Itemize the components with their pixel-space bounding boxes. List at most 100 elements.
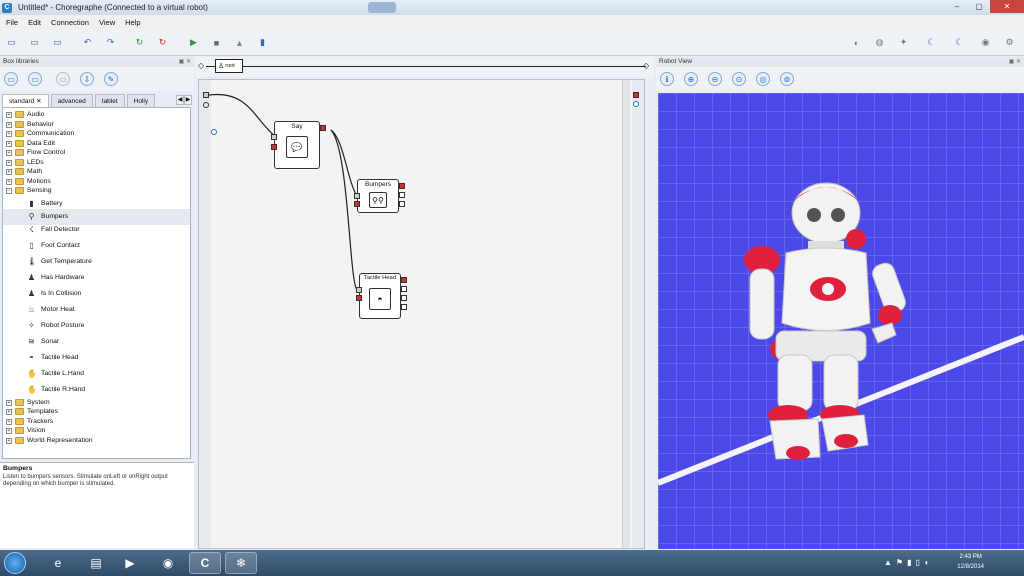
- root-box-breadcrumb[interactable]: ♙ root: [215, 59, 243, 73]
- tree-box-motor-heat[interactable]: ♨ Motor Heat: [3, 302, 190, 318]
- wire-start-to-say[interactable]: [208, 93, 278, 139]
- timeline-start-icon[interactable]: ◇: [198, 61, 204, 70]
- internet-explorer-icon[interactable]: e: [42, 552, 74, 574]
- file-explorer-icon[interactable]: ▤: [80, 552, 112, 574]
- bumpers-onstart-port[interactable]: [354, 193, 360, 199]
- tactile-output-port-1[interactable]: [401, 277, 407, 283]
- save-project-icon[interactable]: ▭: [50, 35, 65, 50]
- snowflake-app-icon[interactable]: ❄: [225, 552, 257, 574]
- new-library-icon[interactable]: ▭: [4, 72, 18, 86]
- tactile-onstart-port[interactable]: [356, 287, 362, 293]
- wire-say-to-tactile[interactable]: [330, 129, 358, 291]
- new-project-icon[interactable]: ▭: [4, 35, 19, 50]
- expand-icon[interactable]: +: [6, 141, 12, 147]
- expand-icon[interactable]: +: [6, 169, 12, 175]
- chrome-icon[interactable]: ◉: [152, 552, 184, 574]
- expand-icon[interactable]: +: [6, 179, 12, 185]
- tactile-output-port-2[interactable]: [401, 286, 407, 292]
- tree-folder-audio[interactable]: + Audio: [3, 110, 190, 120]
- stop-icon[interactable]: ■: [209, 35, 224, 50]
- menu-file[interactable]: File: [6, 18, 18, 27]
- tactile-output-port-3[interactable]: [401, 295, 407, 301]
- bumpers-box[interactable]: Bumpers ⚲⚲: [357, 179, 399, 213]
- expand-icon[interactable]: +: [6, 409, 12, 415]
- expand-icon[interactable]: +: [6, 131, 12, 137]
- system-clock[interactable]: 2:43 PM 12/8/2014: [957, 552, 984, 572]
- tab-left-arrow-icon[interactable]: ◀: [176, 95, 184, 105]
- tactile-onstop-port[interactable]: [356, 295, 362, 301]
- bumpers-output-port-3[interactable]: [399, 201, 405, 207]
- expand-icon[interactable]: +: [6, 400, 12, 406]
- choregraphe-taskbar-icon[interactable]: C: [189, 552, 221, 574]
- menu-view[interactable]: View: [99, 18, 115, 27]
- tree-box-fall-detector[interactable]: ☇ Fall Detector: [3, 222, 190, 238]
- panel-float-close-icon[interactable]: ▣ ✕: [179, 57, 191, 67]
- play-icon[interactable]: ▶: [186, 35, 201, 50]
- system-tray-icons[interactable]: ▲⚑▮▯◖: [884, 558, 933, 567]
- bumpers-onstop-port[interactable]: [354, 201, 360, 207]
- tab-standard[interactable]: standard ✕: [2, 94, 49, 107]
- menu-help[interactable]: Help: [125, 18, 140, 27]
- tree-folder-vision[interactable]: + Vision: [3, 426, 190, 436]
- debug-icon[interactable]: ▲: [232, 35, 247, 50]
- wire-say-to-bumpers[interactable]: [330, 129, 358, 197]
- tab-tablet[interactable]: tablet: [94, 94, 125, 107]
- tactile-output-port-4[interactable]: [401, 304, 407, 310]
- close-button[interactable]: ✕: [990, 0, 1024, 13]
- power-icon[interactable]: ◉: [978, 35, 993, 50]
- animation-mode-icon[interactable]: ◍: [872, 35, 887, 50]
- say-onstop-port[interactable]: [271, 144, 277, 150]
- tactile-head-box[interactable]: Tactile Head ◓: [359, 273, 401, 319]
- tab-right-arrow-icon[interactable]: ▶: [184, 95, 192, 105]
- zoom-in-icon[interactable]: ⊕: [684, 72, 698, 86]
- collapse-icon[interactable]: −: [6, 188, 12, 194]
- open-library-icon[interactable]: ▭: [28, 72, 42, 86]
- sound-icon[interactable]: ◖: [848, 35, 863, 50]
- start-button[interactable]: [4, 552, 26, 574]
- expand-icon[interactable]: +: [6, 150, 12, 156]
- minimize-button[interactable]: –: [946, 0, 968, 13]
- expand-icon[interactable]: +: [6, 419, 12, 425]
- tree-box-tactile-l-hand[interactable]: ✋ Tactile L.Hand: [3, 366, 190, 382]
- tab-advanced[interactable]: advanced: [50, 94, 93, 107]
- expand-icon[interactable]: +: [6, 160, 12, 166]
- tree-folder-communication[interactable]: + Communication: [3, 129, 190, 139]
- say-onstart-port[interactable]: [271, 134, 277, 140]
- edit-icon[interactable]: ✎: [104, 72, 118, 86]
- tree-folder-templates[interactable]: + Templates: [3, 407, 190, 417]
- tab-holly[interactable]: Holly: [126, 94, 156, 107]
- save-library-icon[interactable]: ▭: [56, 72, 70, 86]
- tree-box-robot-posture[interactable]: ✧ Robot Posture: [3, 318, 190, 334]
- menu-edit[interactable]: Edit: [28, 18, 41, 27]
- flow-diagram-canvas[interactable]: Say 💬 Bumpers ⚲⚲ Tactile Head ◓: [198, 79, 645, 549]
- rest-icon[interactable]: ☾: [952, 35, 967, 50]
- volume-slider-icon[interactable]: ▮: [255, 35, 270, 50]
- wake-up-icon[interactable]: ☾: [924, 35, 939, 50]
- bumpers-output-port-2[interactable]: [399, 192, 405, 198]
- tree-folder-world-representation[interactable]: + World Representation: [3, 436, 190, 446]
- tree-folder-math[interactable]: + Math: [3, 167, 190, 177]
- tree-box-foot-contact[interactable]: ▯ Foot Contact: [3, 238, 190, 254]
- tree-box-tactile-r-hand[interactable]: ✋ Tactile R.Hand: [3, 382, 190, 398]
- import-icon[interactable]: ⇩: [80, 72, 94, 86]
- camera-icon[interactable]: ◎: [756, 72, 770, 86]
- panel-float-close-icon[interactable]: ▣ ✕: [1009, 57, 1021, 67]
- menu-connection[interactable]: Connection: [51, 18, 89, 27]
- bumpers-output-port-1[interactable]: [399, 183, 405, 189]
- expand-icon[interactable]: +: [6, 112, 12, 118]
- media-player-icon[interactable]: ▶: [114, 552, 146, 574]
- tree-folder-sensing[interactable]: − Sensing: [3, 186, 190, 196]
- tree-box-is-in-collision[interactable]: ♟ Is In Collision: [3, 286, 190, 302]
- expand-icon[interactable]: +: [6, 122, 12, 128]
- settings-icon[interactable]: ⚙: [1002, 35, 1017, 50]
- motor-icon[interactable]: ✦: [896, 35, 911, 50]
- timeline-end-icon[interactable]: ◇: [643, 61, 649, 70]
- connect-icon[interactable]: ↻: [132, 35, 147, 50]
- tree-folder-flow-control[interactable]: + Flow Control: [3, 148, 190, 158]
- undo-icon[interactable]: ↶: [80, 35, 95, 50]
- tree-box-sonar[interactable]: ≋ Sonar: [3, 334, 190, 350]
- info-icon[interactable]: ℹ: [660, 72, 674, 86]
- zoom-fit-icon[interactable]: ⊙: [732, 72, 746, 86]
- tree-box-tactile-head[interactable]: ◓ Tactile Head: [3, 350, 190, 366]
- say-onstopped-port[interactable]: [320, 125, 326, 131]
